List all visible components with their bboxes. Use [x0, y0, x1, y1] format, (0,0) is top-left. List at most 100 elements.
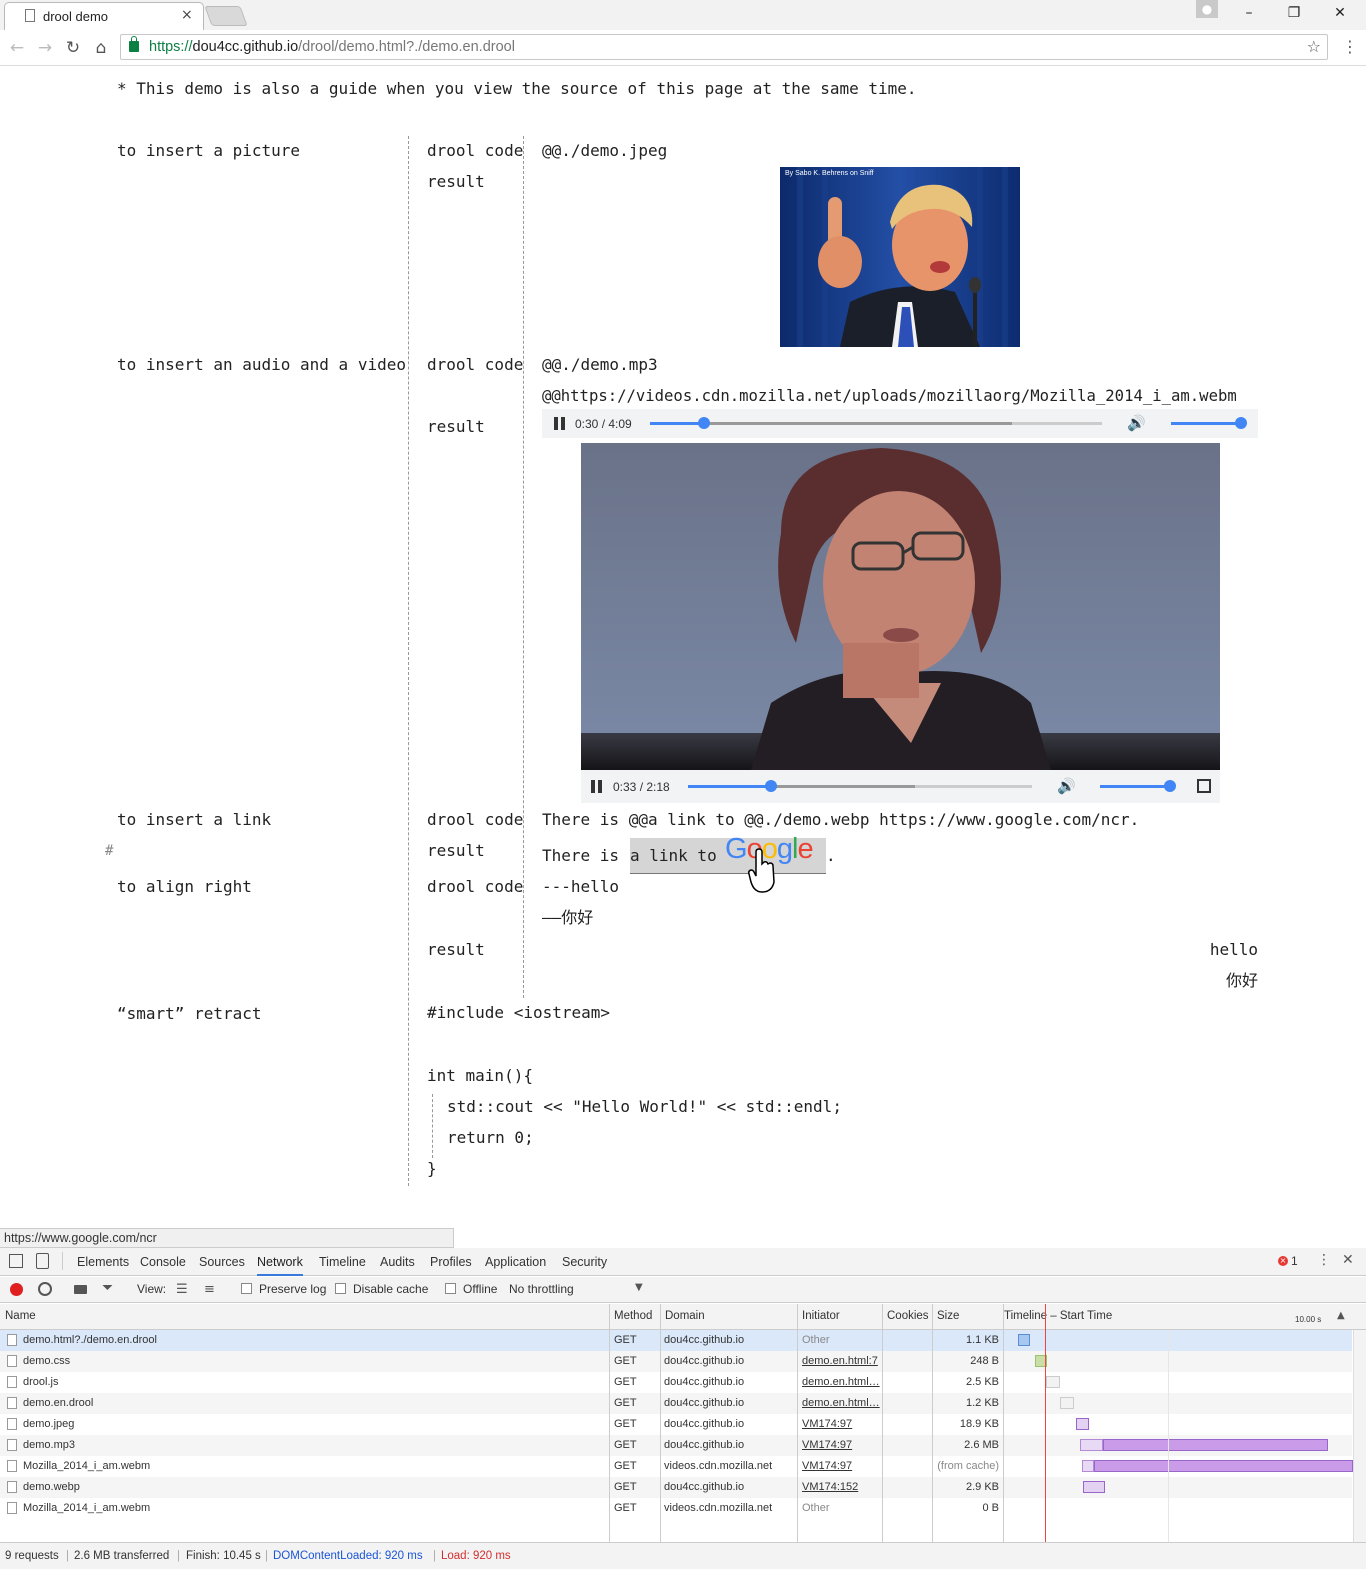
tab-sources[interactable]: Sources	[199, 1255, 245, 1269]
tab-close-icon[interactable]: ×	[181, 7, 193, 23]
timing-bar	[1018, 1334, 1030, 1346]
forward-icon[interactable]: →	[34, 37, 56, 59]
row-size: 2.6 MB	[964, 1439, 999, 1451]
timing-bar	[1094, 1460, 1353, 1472]
column-cookies[interactable]: Cookies	[887, 1310, 929, 1322]
sort-up-icon[interactable]: ▲	[1337, 1310, 1345, 1321]
new-tab-button[interactable]	[204, 6, 248, 26]
tab-audits[interactable]: Audits	[380, 1255, 415, 1269]
file-icon	[7, 1439, 17, 1451]
code-text: @@https://videos.cdn.mozilla.net/uploads…	[542, 387, 1237, 405]
status-bar-url: https://www.google.com/ncr	[0, 1228, 454, 1248]
google-letter[interactable]: G	[725, 833, 748, 865]
disable-cache-checkbox[interactable]	[335, 1283, 346, 1294]
row-initiator[interactable]: demo.en.html…	[802, 1376, 880, 1388]
pause-icon[interactable]	[554, 417, 566, 430]
column-name[interactable]: Name	[5, 1310, 36, 1322]
pause-icon[interactable]	[591, 780, 603, 793]
tab-timeline[interactable]: Timeline	[319, 1255, 366, 1269]
code-text: ——你好	[542, 908, 594, 927]
tab-network[interactable]: Network	[257, 1255, 303, 1276]
clear-icon[interactable]	[38, 1282, 52, 1296]
chevron-down-icon[interactable]: ▼	[635, 1282, 643, 1293]
row-method: GET	[614, 1439, 637, 1451]
row-initiator[interactable]: VM174:97	[802, 1439, 880, 1451]
audio-player[interactable]: 0:30 / 4:09 🔊	[542, 409, 1258, 438]
waterfall-view-icon[interactable]: ≡	[204, 1282, 215, 1297]
inspect-icon[interactable]	[9, 1254, 23, 1268]
profile-icon[interactable]: ●	[1196, 0, 1218, 18]
audio-volume-thumb[interactable]	[1235, 417, 1247, 429]
table-row[interactable]: Mozilla_2014_i_am.webm GET videos.cdn.mozi…	[0, 1456, 1353, 1477]
volume-icon[interactable]: 🔊	[1057, 777, 1076, 795]
audio-seek-thumb[interactable]	[698, 417, 711, 429]
address-bar[interactable]: https://dou4cc.github.io/drool/demo.html…	[120, 34, 1328, 60]
table-row[interactable]: Mozilla_2014_i_am.webm GET videos.cdn.mozi…	[0, 1498, 1352, 1519]
tab-elements[interactable]: Elements	[77, 1255, 129, 1269]
tab-console[interactable]: Console	[140, 1255, 186, 1269]
table-row[interactable]: demo.html?./demo.en.drool GET dou4cc.githu…	[0, 1330, 1352, 1351]
disable-cache-label[interactable]: Disable cache	[353, 1282, 428, 1296]
row-initiator[interactable]: VM174:97	[802, 1418, 880, 1430]
list-view-icon[interactable]: ☰	[176, 1282, 188, 1297]
devtools-close-icon[interactable]: ✕	[1342, 1252, 1354, 1268]
video-player[interactable]	[581, 443, 1220, 770]
timing-bar	[1083, 1481, 1105, 1493]
preserve-log-checkbox[interactable]	[241, 1283, 252, 1294]
timing-bar	[1103, 1439, 1328, 1451]
filter-icon[interactable]: ⏷	[102, 1280, 113, 1296]
error-count[interactable]: 1	[1291, 1254, 1298, 1268]
scrollbar[interactable]	[1353, 1330, 1366, 1542]
tab-profiles[interactable]: Profiles	[430, 1255, 472, 1269]
back-icon[interactable]: ←	[6, 37, 28, 59]
audio-progress	[650, 422, 705, 425]
google-link[interactable]: a link to	[630, 846, 726, 866]
record-icon[interactable]	[10, 1283, 23, 1296]
capture-screenshots-icon[interactable]	[74, 1285, 87, 1294]
table-row[interactable]: demo.css GET dou4cc.github.io demo.en.html:…	[0, 1351, 1352, 1372]
fullscreen-icon[interactable]	[1197, 779, 1211, 793]
google-letter[interactable]: e	[797, 833, 813, 865]
google-letter[interactable]: g	[777, 833, 793, 865]
video-seek-thumb[interactable]	[764, 780, 777, 792]
close-window-button[interactable]: ✕	[1330, 4, 1350, 22]
reload-icon[interactable]: ↻	[62, 37, 84, 59]
column-size[interactable]: Size	[937, 1310, 959, 1322]
offline-checkbox[interactable]	[445, 1283, 456, 1294]
timing-bar	[1046, 1376, 1060, 1388]
row-initiator[interactable]: demo.en.html:7	[802, 1355, 880, 1367]
preserve-log-label[interactable]: Preserve log	[259, 1282, 326, 1296]
table-row[interactable]: demo.webp GET dou4cc.github.io VM174:152 2.9…	[0, 1477, 1352, 1498]
video-volume-bar[interactable]	[1100, 785, 1170, 788]
video-controls[interactable]: 0:33 / 2:18 🔊	[581, 770, 1220, 803]
browser-tab[interactable]: drool demo ×	[4, 2, 204, 30]
offline-label[interactable]: Offline	[463, 1282, 497, 1296]
video-volume-thumb[interactable]	[1164, 780, 1176, 792]
device-toolbar-icon[interactable]	[36, 1253, 49, 1269]
column-initiator[interactable]: Initiator	[802, 1310, 840, 1322]
row-initiator[interactable]: VM174:97	[802, 1460, 880, 1472]
table-row[interactable]: demo.jpeg GET dou4cc.github.io VM174:97 18.9…	[0, 1414, 1352, 1435]
column-method[interactable]: Method	[614, 1310, 652, 1322]
restore-button[interactable]: ❐	[1284, 4, 1304, 22]
tab-security[interactable]: Security	[562, 1255, 607, 1269]
error-icon[interactable]: ×	[1278, 1256, 1288, 1266]
tab-application[interactable]: Application	[485, 1255, 546, 1269]
row-initiator[interactable]: demo.en.html…	[802, 1397, 880, 1409]
load-time: Load: 920 ms	[441, 1550, 511, 1562]
throttling-select[interactable]: No throttling	[509, 1282, 574, 1296]
table-row[interactable]: demo.en.drool GET dou4cc.github.io demo.en.…	[0, 1393, 1352, 1414]
column-domain[interactable]: Domain	[665, 1310, 705, 1322]
row-initiator[interactable]: VM174:152	[802, 1481, 880, 1493]
table-row[interactable]: demo.mp3 GET dou4cc.github.io VM174:97 2.6 M…	[0, 1435, 1352, 1456]
column-timeline[interactable]: Timeline – Start Time	[1004, 1310, 1112, 1322]
table-row[interactable]: drool.js GET dou4cc.github.io demo.en.html……	[0, 1372, 1352, 1393]
volume-icon[interactable]: 🔊	[1127, 414, 1146, 432]
tab-strip	[0, 0, 1366, 30]
devtools-menu-icon[interactable]: ⋮	[1317, 1252, 1331, 1268]
browser-menu-icon[interactable]: ⋮	[1342, 37, 1358, 56]
home-icon[interactable]: ⌂	[90, 37, 112, 59]
audio-volume-bar[interactable]	[1171, 422, 1241, 425]
minimize-button[interactable]: –	[1239, 4, 1259, 22]
bookmark-star-icon[interactable]: ☆	[1307, 37, 1321, 56]
